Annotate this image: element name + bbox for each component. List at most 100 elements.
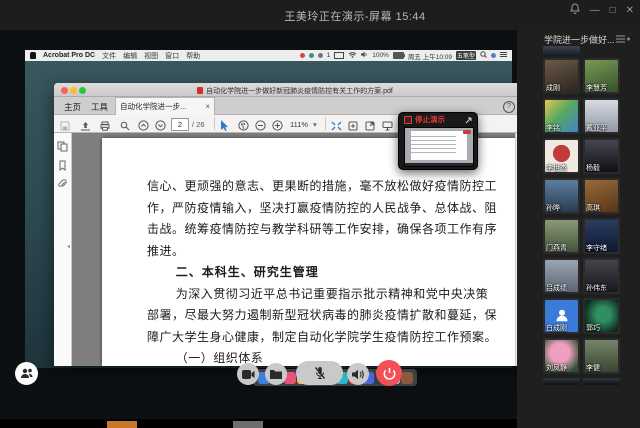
participant-tile[interactable]: 白成刚 xyxy=(543,298,580,334)
participant-tile[interactable]: 李铭 xyxy=(543,98,580,134)
layout-toggle-icon[interactable] xyxy=(616,35,630,44)
menu-bar-clock[interactable]: 周五 上午10:09 xyxy=(408,51,452,61)
tab-open-document[interactable]: 自动化学院进一步... × xyxy=(115,97,215,115)
macos-menu-bar: Acrobat Pro DC 文件 编辑 视图 窗口 帮助 1 100% 周五 … xyxy=(25,50,512,61)
shared-screen-stage: Acrobat Pro DC 文件 编辑 视图 窗口 帮助 1 100% 周五 … xyxy=(0,30,517,428)
pdf-line: 信心、更顽强的意志、更果断的措施，毫不放松做好疫情防控工 xyxy=(147,176,505,198)
stop-icon xyxy=(404,116,412,124)
participant-name: 门燕青 xyxy=(546,243,567,253)
participant-name: 戴亚平 xyxy=(586,123,607,133)
participant-tile[interactable]: 成刚 xyxy=(543,58,580,94)
participant-tile[interactable]: 郭巧 xyxy=(583,298,620,334)
expand-widget-icon[interactable] xyxy=(465,111,472,129)
wifi-icon[interactable] xyxy=(348,51,357,60)
meeting-topic-label: 学院进一步做好... xyxy=(544,33,615,46)
participant-tile[interactable]: 戴亚平 xyxy=(583,98,620,134)
participant-tile[interactable]: 孙晔 xyxy=(543,178,580,214)
close-button[interactable]: ✕ xyxy=(626,5,634,17)
active-app-name[interactable]: Acrobat Pro DC xyxy=(43,52,95,59)
menu-window[interactable]: 窗口 xyxy=(165,51,179,61)
participant-tile[interactable]: 吕成绩 xyxy=(543,258,580,294)
pdf-line: 击战。统筹疫情防控与教学科研等工作安排，确保各项工作有序 xyxy=(147,219,505,241)
menu-view[interactable]: 视图 xyxy=(144,51,158,61)
mic-muted-icon xyxy=(313,366,327,380)
cloud-status-icon[interactable] xyxy=(318,53,323,58)
close-tab-icon[interactable]: × xyxy=(205,102,210,111)
participant-tile[interactable]: 杨毅 xyxy=(583,138,620,174)
spotlight-search-icon[interactable] xyxy=(480,51,487,60)
participant-tile-partial[interactable] xyxy=(543,46,580,56)
zoom-caret-icon[interactable]: ▾ xyxy=(313,120,317,129)
pdf-section-heading: 二、本科生、研究生管理 xyxy=(147,262,505,284)
taskbar-item-orange xyxy=(107,421,137,428)
pdf-file-icon xyxy=(197,87,203,94)
participants-sidebar: 学院进一步做好... 成刚 李慧芳 李铭 戴亚平 李世杰 杨毅 孙晔 高琪 门燕… xyxy=(517,30,640,428)
participant-tile[interactable]: 门燕青 xyxy=(543,218,580,254)
control-center-icon[interactable] xyxy=(500,51,507,60)
window-controls: — □ ✕ xyxy=(570,3,634,18)
microphone-button[interactable] xyxy=(296,361,343,385)
camera-button[interactable] xyxy=(237,363,259,385)
participant-tile-partial[interactable] xyxy=(543,378,580,385)
apple-icon[interactable] xyxy=(30,52,36,59)
page-thumbnails-icon[interactable] xyxy=(57,141,68,152)
participant-name: 刘凤静 xyxy=(546,363,567,373)
battery-percent: 100% xyxy=(372,52,389,59)
status-app-icon[interactable] xyxy=(300,53,305,58)
participant-name: 成刚 xyxy=(546,83,560,93)
participant-name: 吕成绩 xyxy=(546,283,567,293)
tab-home[interactable]: 主页 xyxy=(60,100,85,115)
participant-name: 孙伟东 xyxy=(586,283,607,293)
siri-icon[interactable] xyxy=(491,53,496,58)
participant-tile[interactable]: 李健 xyxy=(583,338,620,374)
folder-icon xyxy=(270,369,282,379)
speaker-icon xyxy=(352,369,365,380)
participant-name: 白成刚 xyxy=(546,323,567,333)
participant-name: 郭巧 xyxy=(586,323,600,333)
notification-bell-icon[interactable] xyxy=(570,3,580,18)
pdf-page: 信心、更顽强的意志、更果断的措施，毫不放松做好疫情防控工 作，严防疫情输入，坚决… xyxy=(102,138,521,366)
minimize-button[interactable]: — xyxy=(590,5,600,17)
help-icon[interactable]: ? xyxy=(503,101,515,113)
participant-tile[interactable]: 孙伟东 xyxy=(583,258,620,294)
menu-help[interactable]: 帮助 xyxy=(186,51,200,61)
status-app-icon[interactable] xyxy=(309,53,314,58)
bookmarks-icon[interactable] xyxy=(57,160,68,171)
participant-tile[interactable]: 李慧芳 xyxy=(583,58,620,94)
share-content-button[interactable] xyxy=(265,363,287,385)
dock-trash-icon[interactable] xyxy=(401,372,413,384)
zoom-level-value[interactable]: 111% xyxy=(290,120,308,129)
taskbar-item-gray xyxy=(233,421,263,428)
shared-macos-desktop: Acrobat Pro DC 文件 编辑 视图 窗口 帮助 1 100% 周五 … xyxy=(25,50,512,368)
participant-tile-partial[interactable] xyxy=(583,378,620,385)
pdf-page-text: 信心、更顽强的意志、更果断的措施，毫不放松做好疫情防控工 作，严防疫情输入，坚决… xyxy=(102,176,521,366)
participants-button[interactable] xyxy=(15,362,38,385)
participant-tile[interactable]: 高琪 xyxy=(583,178,620,214)
end-meeting-button[interactable] xyxy=(376,360,402,386)
pdf-line: 作，严防疫情输入，坚决打赢疫情防控的人民战争、总体战、阻 xyxy=(147,198,505,220)
menu-file[interactable]: 文件 xyxy=(102,51,116,61)
tab-tools[interactable]: 工具 xyxy=(87,100,112,115)
attachments-icon[interactable] xyxy=(57,179,68,190)
participant-name: 孙晔 xyxy=(546,203,560,213)
maximize-button[interactable]: □ xyxy=(610,5,616,17)
speaker-button[interactable] xyxy=(347,363,369,385)
menu-edit[interactable]: 编辑 xyxy=(123,51,137,61)
display-mirroring-icon[interactable] xyxy=(334,52,344,59)
stop-presenting-button[interactable]: 停止演示 xyxy=(415,114,445,125)
default-avatar-icon xyxy=(554,307,570,323)
participant-name: 李健 xyxy=(586,363,600,373)
participant-tile[interactable]: 刘凤静 xyxy=(543,338,580,374)
participant-tile[interactable]: 李世杰 xyxy=(543,138,580,174)
collapse-pane-handle[interactable]: ◂ xyxy=(67,243,70,250)
presenting-status-title: 王美玲正在演示-屏幕 15:44 xyxy=(0,8,640,24)
power-icon xyxy=(383,367,396,380)
page-number-input[interactable]: 2 xyxy=(171,118,189,131)
participant-name: 杨毅 xyxy=(586,163,600,173)
page-count-label: / 26 xyxy=(192,120,205,129)
input-method-badge[interactable]: 五笔型 xyxy=(456,51,476,60)
volume-icon[interactable] xyxy=(361,51,368,60)
people-icon xyxy=(20,368,34,379)
participant-name: 李世杰 xyxy=(546,163,567,173)
participant-tile[interactable]: 李守绪 xyxy=(583,218,620,254)
